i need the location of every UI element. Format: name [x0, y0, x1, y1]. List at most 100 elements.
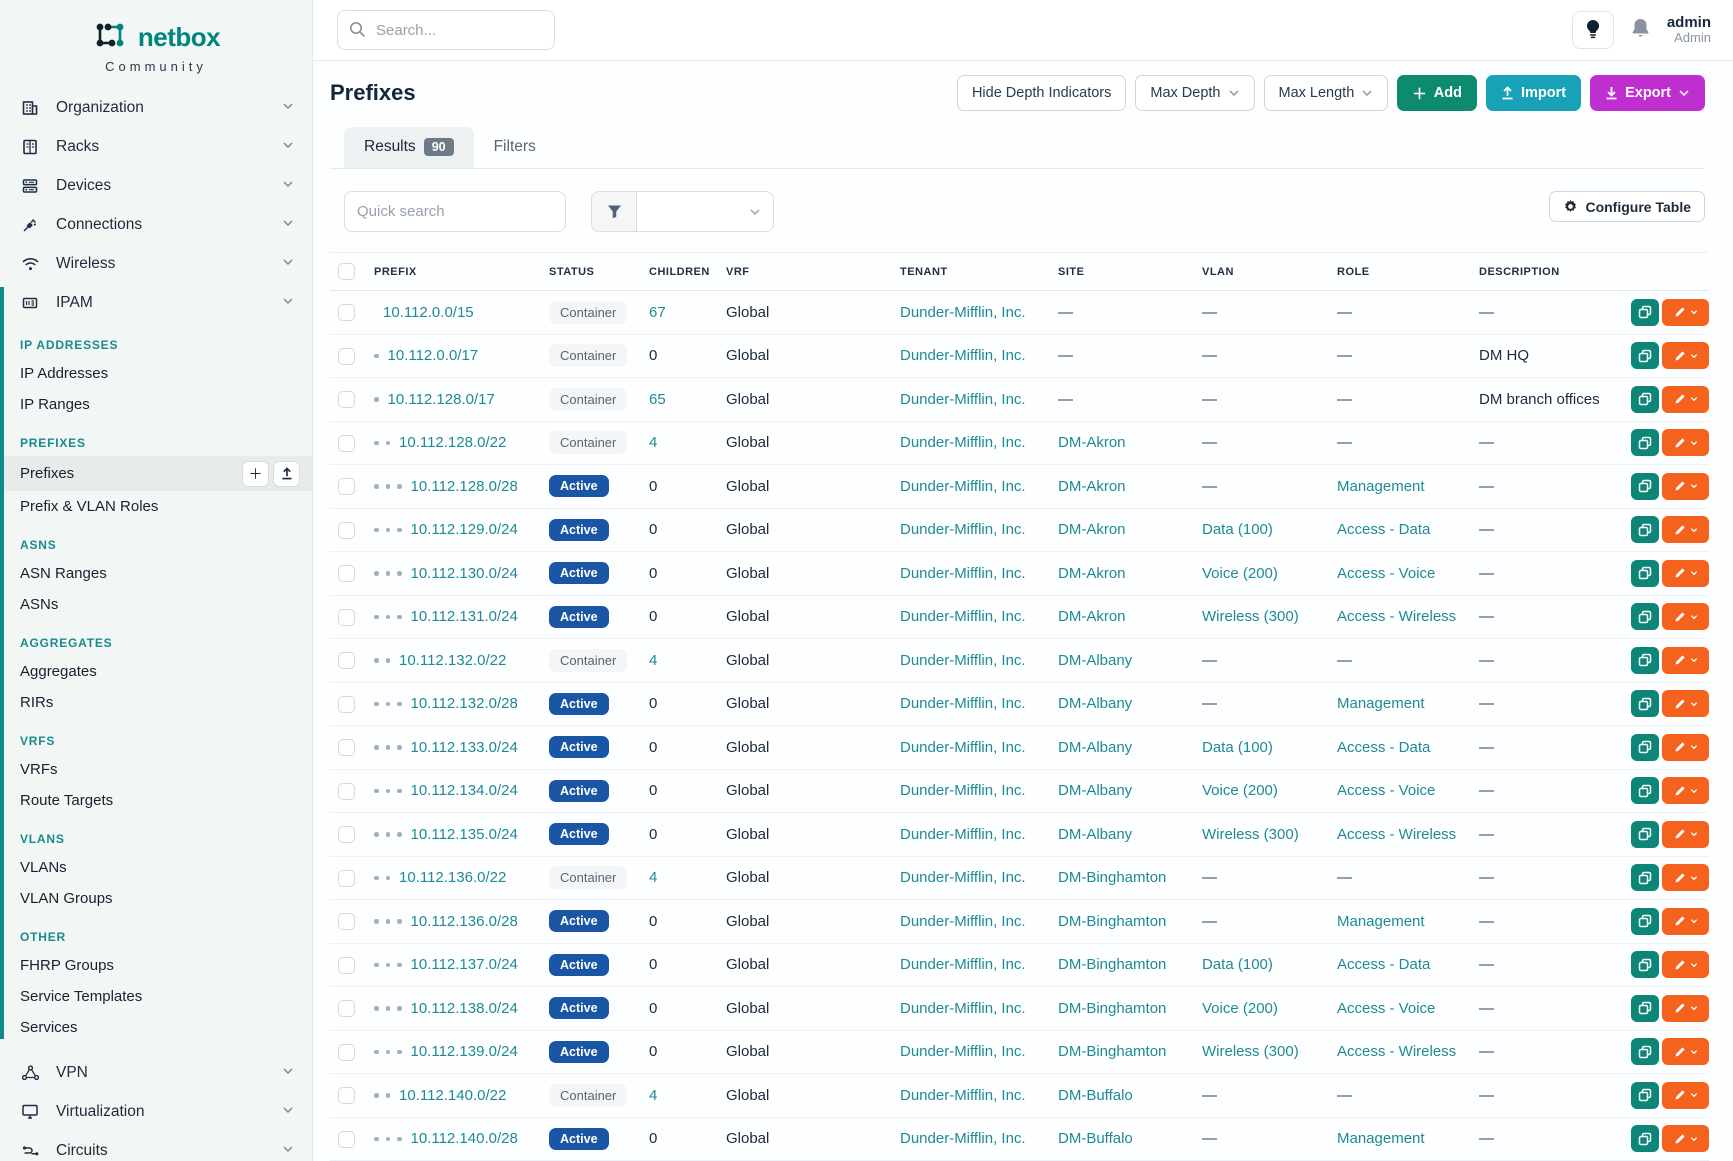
prefix-link[interactable]: 10.112.128.0/28: [411, 478, 518, 495]
clone-button[interactable]: [1631, 995, 1659, 1022]
sidebar-item-connections[interactable]: Connections: [0, 205, 312, 244]
sidebar-item-ip-addresses[interactable]: IP Addresses: [0, 358, 312, 389]
row-checkbox[interactable]: [338, 696, 355, 713]
edit-button[interactable]: [1662, 560, 1709, 587]
prefix-link[interactable]: 10.112.131.0/24: [411, 608, 518, 625]
sidebar-item-vrfs[interactable]: VRFs: [0, 754, 312, 785]
edit-button[interactable]: [1662, 995, 1709, 1022]
row-checkbox[interactable]: [338, 783, 355, 800]
role-link[interactable]: Access - Voice: [1337, 1000, 1435, 1017]
vlan-link[interactable]: Wireless (300): [1202, 1043, 1299, 1060]
tenant-link[interactable]: Dunder-Mifflin, Inc.: [900, 521, 1026, 538]
site-link[interactable]: DM-Binghamton: [1058, 913, 1166, 930]
column-header-site[interactable]: SITE: [1050, 253, 1194, 291]
role-link[interactable]: Management: [1337, 478, 1425, 495]
hide-depth-indicators-button[interactable]: Hide Depth Indicators: [957, 75, 1126, 111]
vlan-link[interactable]: Data (100): [1202, 956, 1273, 973]
row-checkbox[interactable]: [338, 348, 355, 365]
edit-button[interactable]: [1662, 603, 1709, 630]
max-length-dropdown[interactable]: Max Length: [1264, 75, 1389, 111]
vlan-link[interactable]: Voice (200): [1202, 782, 1278, 799]
role-link[interactable]: Management: [1337, 695, 1425, 712]
row-checkbox[interactable]: [338, 739, 355, 756]
role-link[interactable]: Access - Wireless: [1337, 1043, 1456, 1060]
row-checkbox[interactable]: [338, 652, 355, 669]
vlan-link[interactable]: Data (100): [1202, 739, 1273, 756]
row-checkbox[interactable]: [338, 1000, 355, 1017]
row-checkbox[interactable]: [338, 1087, 355, 1104]
prefix-link[interactable]: 10.112.136.0/22: [399, 869, 506, 886]
site-link[interactable]: DM-Albany: [1058, 695, 1132, 712]
prefix-link[interactable]: 10.112.132.0/28: [411, 695, 518, 712]
notifications-bell-icon[interactable]: [1630, 17, 1651, 44]
edit-button[interactable]: [1662, 429, 1709, 456]
prefix-link[interactable]: 10.112.135.0/24: [411, 826, 518, 843]
site-link[interactable]: DM-Akron: [1058, 521, 1126, 538]
role-link[interactable]: Access - Wireless: [1337, 826, 1456, 843]
vlan-link[interactable]: Data (100): [1202, 521, 1273, 538]
children-count-link[interactable]: 67: [649, 304, 666, 321]
sidebar-item-rirs[interactable]: RIRs: [0, 687, 312, 718]
configure-table-button[interactable]: Configure Table: [1549, 191, 1705, 222]
children-count-link[interactable]: 4: [649, 869, 657, 886]
tenant-link[interactable]: Dunder-Mifflin, Inc.: [900, 1043, 1026, 1060]
tenant-link[interactable]: Dunder-Mifflin, Inc.: [900, 304, 1026, 321]
tenant-link[interactable]: Dunder-Mifflin, Inc.: [900, 1000, 1026, 1017]
row-checkbox[interactable]: [338, 913, 355, 930]
clone-button[interactable]: [1631, 734, 1659, 761]
row-checkbox[interactable]: [338, 1131, 355, 1148]
edit-button[interactable]: [1662, 864, 1709, 891]
clone-button[interactable]: [1631, 603, 1659, 630]
column-header-prefix[interactable]: PREFIX: [366, 253, 541, 291]
vlan-link[interactable]: Voice (200): [1202, 1000, 1278, 1017]
row-checkbox[interactable]: [338, 826, 355, 843]
site-link[interactable]: DM-Akron: [1058, 565, 1126, 582]
sidebar-item-vlans[interactable]: VLANs: [0, 852, 312, 883]
clone-button[interactable]: [1631, 429, 1659, 456]
tenant-link[interactable]: Dunder-Mifflin, Inc.: [900, 652, 1026, 669]
tenant-link[interactable]: Dunder-Mifflin, Inc.: [900, 695, 1026, 712]
site-link[interactable]: DM-Buffalo: [1058, 1087, 1133, 1104]
column-header-role[interactable]: ROLE: [1329, 253, 1471, 291]
edit-button[interactable]: [1662, 1038, 1709, 1065]
prefix-link[interactable]: 10.112.129.0/24: [411, 521, 518, 538]
site-link[interactable]: DM-Albany: [1058, 826, 1132, 843]
clone-button[interactable]: [1631, 690, 1659, 717]
edit-button[interactable]: [1662, 777, 1709, 804]
clone-button[interactable]: [1631, 647, 1659, 674]
site-link[interactable]: DM-Akron: [1058, 478, 1126, 495]
saved-filter-select[interactable]: [591, 191, 774, 232]
vlan-link[interactable]: Voice (200): [1202, 565, 1278, 582]
sidebar-item-vpn[interactable]: VPN: [0, 1053, 312, 1092]
tenant-link[interactable]: Dunder-Mifflin, Inc.: [900, 478, 1026, 495]
edit-button[interactable]: [1662, 299, 1709, 326]
sidebar-item-vlan-groups[interactable]: VLAN Groups: [0, 883, 312, 914]
sidebar-item-service-templates[interactable]: Service Templates: [0, 981, 312, 1012]
site-link[interactable]: DM-Albany: [1058, 652, 1132, 669]
prefix-link[interactable]: 10.112.134.0/24: [411, 782, 518, 799]
sidebar-item-prefixes[interactable]: Prefixes＋: [0, 456, 312, 491]
prefix-link[interactable]: 10.112.128.0/17: [388, 391, 495, 408]
edit-button[interactable]: [1662, 951, 1709, 978]
sidebar-item-aggregates[interactable]: Aggregates: [0, 656, 312, 687]
site-link[interactable]: DM-Albany: [1058, 782, 1132, 799]
clone-button[interactable]: [1631, 342, 1659, 369]
role-link[interactable]: Access - Data: [1337, 956, 1430, 973]
column-header-vlan[interactable]: VLAN: [1194, 253, 1329, 291]
edit-button[interactable]: [1662, 908, 1709, 935]
prefix-link[interactable]: 10.112.0.0/15: [383, 304, 474, 321]
prefix-link[interactable]: 10.112.0.0/17: [388, 347, 479, 364]
tenant-link[interactable]: Dunder-Mifflin, Inc.: [900, 869, 1026, 886]
edit-button[interactable]: [1662, 821, 1709, 848]
site-link[interactable]: DM-Binghamton: [1058, 956, 1166, 973]
vlan-link[interactable]: Wireless (300): [1202, 826, 1299, 843]
column-header-status[interactable]: STATUS: [541, 253, 641, 291]
tenant-link[interactable]: Dunder-Mifflin, Inc.: [900, 782, 1026, 799]
sidebar-item-devices[interactable]: Devices: [0, 166, 312, 205]
edit-button[interactable]: [1662, 1082, 1709, 1109]
sidebar-item-virtualization[interactable]: Virtualization: [0, 1092, 312, 1131]
user-menu[interactable]: admin Admin: [1667, 14, 1711, 46]
max-depth-dropdown[interactable]: Max Depth: [1135, 75, 1254, 111]
sidebar-item-asns[interactable]: ASNs: [0, 589, 312, 620]
tenant-link[interactable]: Dunder-Mifflin, Inc.: [900, 608, 1026, 625]
